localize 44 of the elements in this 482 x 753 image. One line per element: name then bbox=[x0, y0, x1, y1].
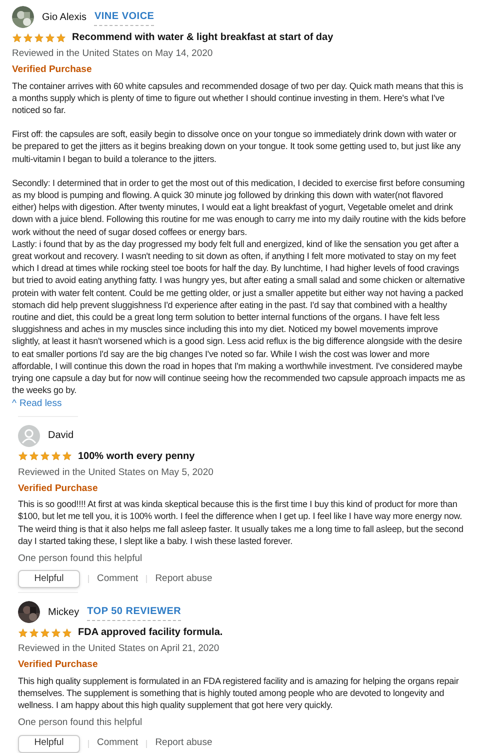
helpful-button[interactable]: Helpful bbox=[18, 734, 80, 753]
star-icon bbox=[23, 32, 33, 42]
reviewer-badge[interactable]: TOP 50 REVIEWER bbox=[87, 604, 182, 621]
reviewer-name[interactable]: Mickey bbox=[48, 604, 80, 620]
review-text: This high quality supplement is formulated in an FDA registered facility and is amazing for helping the organs repair themselves. The supplement is something that is highly touted among people who are devoted to longevity and wellness. I am happy about this high quality supplement that got here very quickly. bbox=[18, 674, 460, 712]
reviewer-name[interactable]: Gio Alexis bbox=[42, 10, 86, 24]
review-date: Reviewed in the United States on May 14, 2020 bbox=[12, 47, 214, 61]
verified-purchase: Verified Purchase bbox=[18, 482, 99, 496]
star-icon bbox=[51, 451, 61, 462]
verified-purchase: Verified Purchase bbox=[12, 63, 93, 78]
avatar-icon bbox=[18, 424, 40, 447]
review-date: Reviewed in the United States on April 21, 2020 bbox=[18, 642, 220, 656]
star-icon bbox=[18, 628, 28, 638]
reviewer-badge[interactable]: VINE VOICE bbox=[94, 8, 154, 26]
review-text: Secondly: I determined that in order to get the most out of this medication, I decided to exercise first before consuming as my blood is pumping and flowing. A quick 30 minute jog followed by drinking this down with water(not flavored either) helps with digestion. After twenty minutes, I would eat a light breakfast of yogurt, Vegetable omelet and drink down with a juice blend. Following this routine for me was enough to carry me into my daily routine with the kids before work without the need of sugar dosed coffees or energy bars. Lastly: i found that by as the day progressed my body felt full and energized, kind of like the sensation you get after a great workout and recovery. I wasn't needing to sit down as often, if anything I felt more motivated to stay on my feet which I dread at times while rocking steel toe boots for half the day. By lunchtime, I had higher levels of food cravings but tried to avoid eating anything fatty. I was hungry yes, but after eating a small salad and some chicken or alternative protein with water felt content. Could be me getting older, or just a smaller appetite but either way not having a packed stomach did help prevent sluggishness I'd experience after eating in the past. I'd say that combined with a healthy routine and diet, this could be a great long term solution to better internal functions of the organs. I have felt less sluggishness and aches in my muscles since including this into my diet. Noticed my bowel movements improve slightly, at least it hasn't worsened which is a good sign. Less acid reflux is the big difference alongside with the desire to eat smaller portions I'd say are the big changes I've noted so far. While I wish the cost was lower and more affordable, I will continue this down the road in hopes that I'm making a worthwhile investment. I've considered maybe trying one capsule a day but for now will continue seeing how the recommended two capsule approach impacts me as the weeks go by. bbox=[12, 176, 467, 396]
review-text: First off: the capsules are soft, easily begin to dissolve once on your tongue so immediately drink down with water or be prepared to get the jitters as it begins breaking down on your tongue. It took some getting used to, but just like any multi-vitamin I began to build a tolerance to the jitters. bbox=[12, 128, 462, 165]
review-title[interactable]: FDA approved facility formula. bbox=[78, 625, 223, 640]
verified-purchase: Verified Purchase bbox=[18, 658, 99, 672]
star-icon bbox=[29, 628, 39, 638]
star-icon bbox=[62, 628, 72, 638]
helpful-count: One person found this helpful bbox=[18, 552, 144, 566]
star-icon bbox=[40, 451, 50, 462]
star-icon bbox=[34, 32, 44, 42]
star-icon bbox=[62, 451, 72, 462]
reviewer-name[interactable]: David bbox=[48, 428, 74, 444]
review-title[interactable]: Recommend with water & light breakfast at start of day bbox=[72, 30, 334, 45]
helpful-button[interactable]: Helpful bbox=[18, 570, 80, 588]
star-icon bbox=[51, 628, 61, 638]
review-text: The container arrives with 60 white capsules and recommended dosage of two per day. Quick math means that this is a months supply which is plenty of time to figure out whether I should continue investing in them. Here's what I've noticed so far. bbox=[12, 80, 464, 116]
star-icon bbox=[40, 628, 50, 638]
star-icon bbox=[56, 32, 66, 42]
star-icon bbox=[18, 451, 28, 462]
report-abuse-link[interactable]: Report abuse bbox=[155, 572, 212, 586]
star-icon bbox=[29, 451, 39, 462]
review-title[interactable]: 100% worth every penny bbox=[78, 448, 195, 464]
comment-link[interactable]: Comment bbox=[97, 736, 138, 751]
star-icon bbox=[12, 32, 22, 42]
star-icon bbox=[45, 32, 55, 42]
review-text: This is so good!!!! At first at was kinda skeptical because this is the first time I buy this kind of product for more than $100, but let me tell you, it is 100% worth. I feel the difference when I get up. I feel like I have way more energy now. The weird thing is that it also helps me fall asleep faster. It usually takes me a long time to fall asleep, but the second day I started taking these, I slept like a baby. I wish these lasted forever. bbox=[18, 498, 464, 547]
report-abuse-link[interactable]: Report abuse bbox=[155, 736, 212, 751]
review-date: Reviewed in the United States on May 5, 2020 bbox=[18, 466, 214, 480]
read-less-link[interactable]: ^ Read less bbox=[12, 397, 468, 412]
comment-link[interactable]: Comment bbox=[97, 572, 138, 586]
helpful-count: One person found this helpful bbox=[18, 716, 144, 730]
